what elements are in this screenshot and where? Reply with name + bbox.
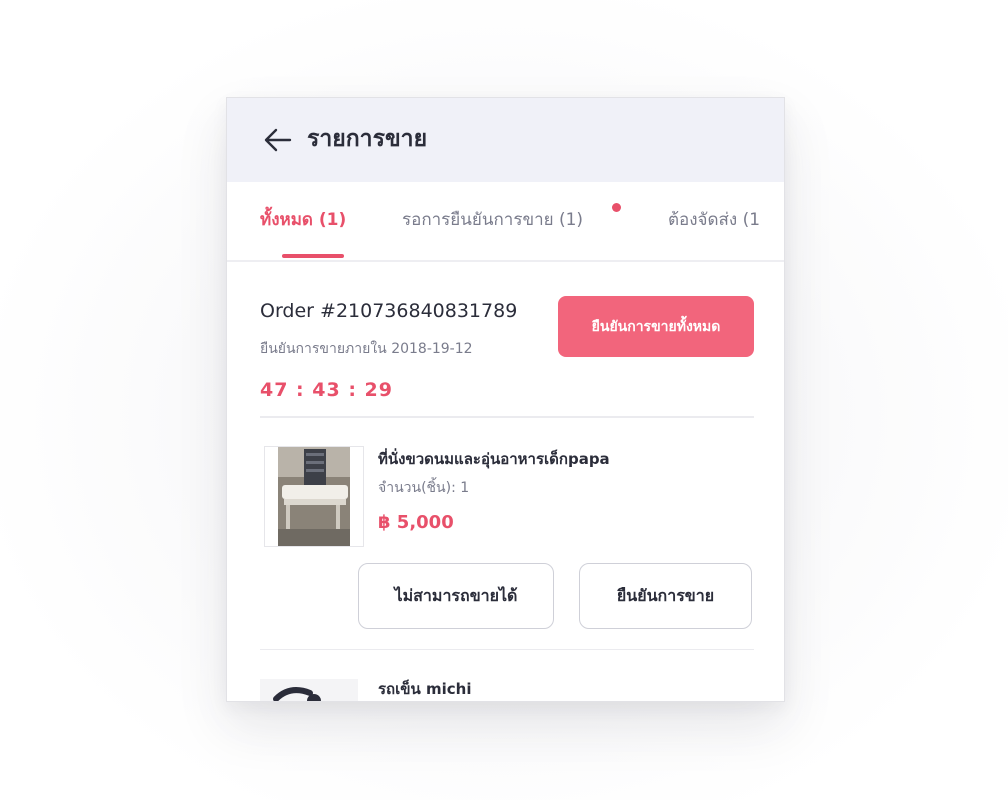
divider — [260, 416, 754, 418]
order-id: Order #210736840831789 — [260, 300, 518, 322]
stroller-photo — [273, 687, 321, 701]
cannot-sell-button[interactable]: ไม่สามารถขายได้ — [358, 563, 554, 629]
tab-to-ship[interactable]: ต้องจัดส่ง (1 — [668, 208, 760, 232]
high-chair-photo — [278, 447, 350, 546]
product-quantity: จำนวน(ชิ้น): 1 — [378, 480, 470, 496]
app-header: รายการขาย — [227, 98, 784, 182]
page-title: รายการขาย — [307, 126, 428, 152]
product-price: ฿ 5,000 — [378, 512, 454, 533]
confirm-all-button[interactable]: ยืนยันการขายทั้งหมด — [558, 296, 754, 357]
page-background: รายการขาย ทั้งหมด (1) รอการยืนยันการขาย … — [0, 0, 1008, 800]
divider — [260, 649, 754, 650]
tab-awaiting-confirmation[interactable]: รอการยืนยันการขาย (1) — [402, 208, 583, 232]
confirm-sale-button[interactable]: ยืนยันการขาย — [579, 563, 752, 629]
tab-all[interactable]: ทั้งหมด (1) — [260, 208, 346, 232]
arrow-left-icon[interactable] — [263, 126, 293, 154]
product-name[interactable]: รถเข็น michi — [378, 678, 471, 700]
phone-screen: รายการขาย ทั้งหมด (1) รอการยืนยันการขาย … — [226, 97, 785, 702]
tab-bar: ทั้งหมด (1) รอการยืนยันการขาย (1) ต้องจั… — [227, 182, 784, 262]
product-image — [264, 446, 364, 547]
order-deadline: ยืนยันการขายภายใน 2018-19-12 — [260, 341, 473, 357]
countdown-timer: 47 : 43 : 29 — [260, 379, 393, 401]
product-name[interactable]: ที่นั่งขวดนมและอุ่นอาหารเด็กpapa — [378, 448, 610, 470]
active-tab-indicator — [282, 254, 344, 258]
notification-dot — [612, 203, 621, 212]
product-image — [260, 679, 358, 701]
